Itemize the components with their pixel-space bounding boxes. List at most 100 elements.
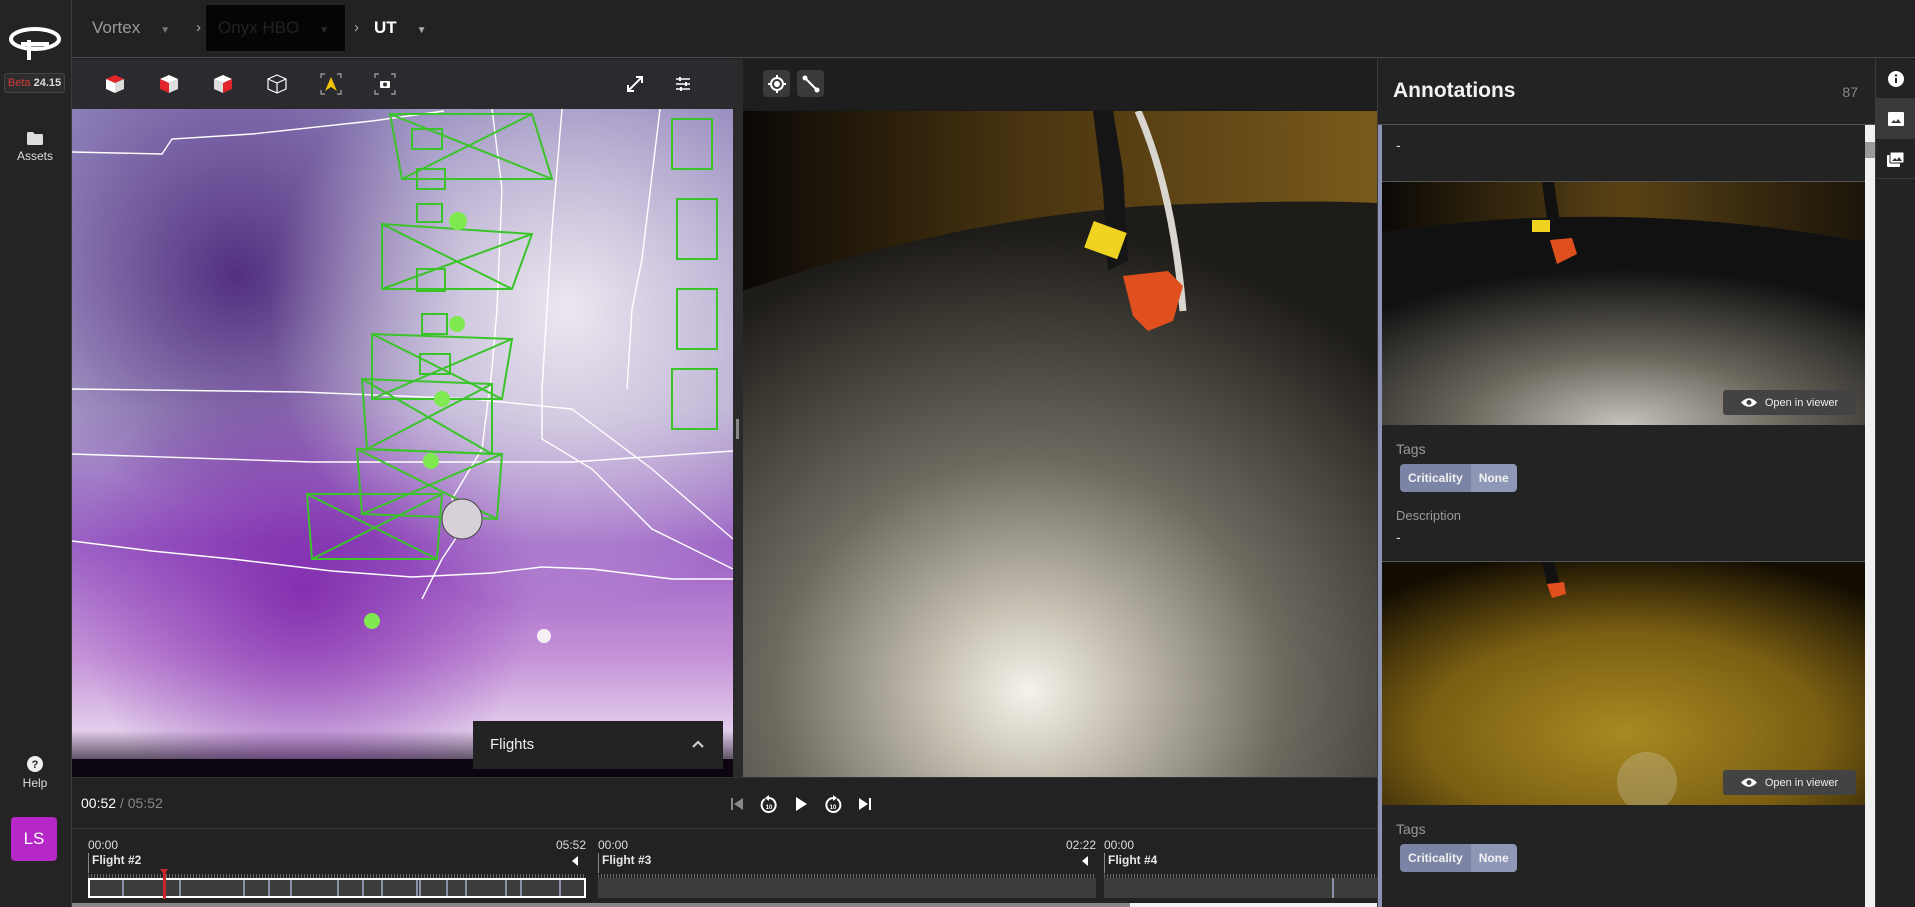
eye-icon [1740,778,1757,787]
nav-help[interactable]: ? Help [0,756,70,790]
collapse-left-icon[interactable] [572,856,578,866]
annotation-marker[interactable] [445,880,448,896]
annotations-header: Annotations 87 [1378,59,1876,125]
expand-button[interactable] [622,71,648,97]
timeline-scrollbar-thumb[interactable] [1130,903,1377,907]
pane-splitter[interactable] [733,59,743,777]
annotation-image[interactable]: Open in viewer [1382,181,1866,425]
screenshot-button[interactable] [372,71,398,97]
settings-button[interactable] [670,71,696,97]
cube-right-view-icon [214,75,232,93]
annotations-scrollbar-thumb[interactable] [1865,142,1875,158]
total-time: 05:52 [127,795,163,811]
open-in-viewer-button[interactable]: Open in viewer [1723,770,1856,795]
play-button[interactable] [790,793,812,815]
north-arrow-icon [320,73,342,95]
timeline-track[interactable]: 00:00 Flight #4 [1104,829,1377,907]
rail-info-button[interactable] [1876,59,1915,99]
annotation-marker[interactable] [267,880,270,896]
annotation-marker[interactable] [337,880,339,896]
version-number: 24.15 [33,77,62,89]
track-edge [598,853,599,873]
image-viewer-toolbar [743,59,1377,109]
caret-down-icon[interactable]: ▼ [160,25,170,36]
3d-viewer-toolbar [72,59,733,109]
annotation-marker[interactable] [290,880,293,896]
annotation-marker[interactable] [178,880,181,896]
annotation-marker[interactable] [381,880,384,896]
tag-key: Criticality [1400,464,1471,492]
breadcrumb-item-vortex[interactable]: Vortex ▼ [92,0,170,55]
rail-image-button[interactable] [1876,99,1915,139]
user-avatar[interactable]: LS [11,817,57,861]
rail-gallery-button[interactable] [1876,139,1915,179]
flight-timeline[interactable]: 00:00 05:52 Flight #2 00:00 02:22 Flight… [72,829,1377,907]
playhead-cursor[interactable] [159,869,168,899]
tag-chip[interactable]: Criticality None [1400,844,1517,872]
playback-bar: 00:52 / 05:52 10 10 [72,777,1377,829]
annotation-marker[interactable] [504,880,507,896]
app-logo[interactable] [9,26,61,62]
timeline-scrollbar[interactable] [72,903,1377,907]
info-icon [1888,70,1904,87]
rewind-10-button[interactable]: 10 [758,793,780,815]
skip-to-start-button[interactable] [726,793,748,815]
north-up-button[interactable] [318,71,344,97]
track-name: Flight #2 [92,853,142,867]
tag-value: None [1470,464,1517,492]
annotation-marker[interactable] [418,880,421,896]
caret-down-icon[interactable]: ▼ [417,25,427,36]
cube-left-view-icon [160,75,178,93]
chevron-up-icon[interactable] [691,735,705,753]
track-bar[interactable] [598,878,1096,898]
caret-down-icon[interactable]: ▼ [319,25,329,36]
track-name: Flight #3 [602,853,652,867]
measure-button[interactable] [797,70,824,97]
view-3d-button[interactable] [264,71,290,97]
annotation-marker[interactable] [122,880,125,896]
track-name: Flight #4 [1108,853,1158,867]
chevron-right-icon: › [354,19,359,36]
camera-frame[interactable] [743,111,1377,777]
app: Beta 24.15 Assets ? Help LS Vortex ▼ › On… [0,0,1915,907]
splitter-grip[interactable] [736,419,739,439]
folder-icon [27,132,43,145]
image-viewer[interactable] [743,59,1377,777]
flights-panel-label: Flights [490,736,535,753]
track-bar[interactable] [1104,878,1377,898]
flights-panel-toggle[interactable]: Flights [473,721,723,769]
annotation-description-value: - [1396,137,1401,153]
track-start-time: 00:00 [88,838,119,852]
nav-assets[interactable]: Assets [0,132,70,163]
breadcrumb-item-onyx[interactable]: Onyx HBO ▼ [218,0,329,55]
3d-map-scene[interactable] [72,109,733,777]
annotations-scrollbar[interactable] [1865,125,1875,907]
view-left-button[interactable] [156,71,182,97]
timeline-track[interactable]: 00:00 02:22 Flight #3 [598,829,1096,907]
annotation-marker[interactable] [361,880,364,896]
annotation-marker[interactable] [519,880,522,896]
annotation-image[interactable]: Open in viewer [1382,561,1866,805]
breadcrumb-item-ut[interactable]: UT ▼ [374,0,427,55]
annotations-list[interactable]: - Open in viewer Tags Criticality None D… [1378,125,1876,907]
svg-text:10: 10 [830,805,837,811]
collapse-left-icon[interactable] [1082,856,1088,866]
cube-wireframe-icon [267,74,287,94]
svg-text:10: 10 [766,805,773,811]
3d-viewer[interactable]: Flights [72,59,733,777]
open-in-viewer-button[interactable]: Open in viewer [1723,390,1856,415]
annotation-marker[interactable] [1332,878,1334,898]
annotations-count: 87 [1842,84,1858,100]
nav-help-label: Help [22,776,48,790]
annotation-marker[interactable] [559,880,562,896]
annotation-marker[interactable] [243,880,246,896]
forward-10-button[interactable]: 10 [822,793,844,815]
view-top-button[interactable] [102,71,128,97]
track-end-time: 02:22 [1065,838,1096,852]
timeline-track[interactable]: 00:00 05:52 Flight #2 [88,829,586,907]
view-right-button[interactable] [210,71,236,97]
annotation-marker[interactable] [465,880,468,896]
tag-chip[interactable]: Criticality None [1400,464,1517,492]
locate-button[interactable] [763,70,790,97]
skip-to-end-button[interactable] [854,793,876,815]
